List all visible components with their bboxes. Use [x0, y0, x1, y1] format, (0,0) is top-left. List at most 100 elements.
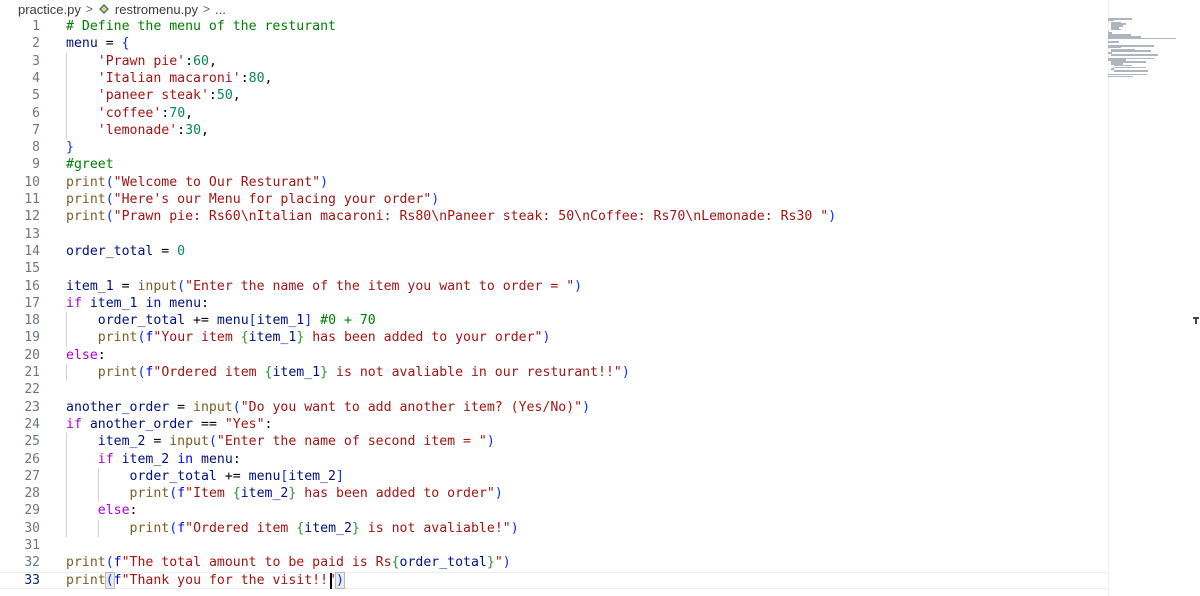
- code-line[interactable]: 19 print(f"Your item {item_1} has been a…: [0, 329, 1100, 346]
- code-token: "Do you want to add another item? (Yes/N…: [240, 399, 583, 415]
- code-token: +=: [216, 468, 249, 484]
- code-line[interactable]: 17 if item_1 in menu:: [0, 295, 1100, 312]
- code-line[interactable]: 7 'lemonade':30,: [0, 122, 1100, 139]
- code-line[interactable]: 29 else:: [0, 502, 1100, 519]
- code-line[interactable]: 4 'Italian macaroni':80,: [0, 70, 1100, 87]
- breadcrumb-item-restromenu[interactable]: restromenu.py: [115, 2, 198, 17]
- code-line[interactable]: 11 print("Here's our Menu for placing you…: [0, 191, 1100, 208]
- code-token: 'lemonade': [97, 122, 178, 138]
- code-line[interactable]: 15: [0, 260, 1100, 277]
- code-line[interactable]: 16 item_1 = input("Enter the name of the …: [0, 278, 1100, 295]
- code-token: "Ordered item: [185, 520, 297, 536]
- code-line[interactable]: 31: [0, 537, 1100, 554]
- code-line[interactable]: 30 print(f"Ordered item {item_2} is not …: [0, 520, 1100, 537]
- code-line[interactable]: 10 print("Welcome to Our Resturant"): [0, 174, 1100, 191]
- code-line[interactable]: 22: [0, 381, 1100, 398]
- code-line[interactable]: 25 item_2 = input("Enter the name of sec…: [0, 433, 1100, 450]
- line-number: 2: [32, 36, 40, 52]
- code-line[interactable]: 18 order_total += menu[item_1] #0 + 70: [0, 312, 1100, 329]
- code-text: if item_1 in menu:: [66, 295, 209, 312]
- code-line[interactable]: 26 if item_2 in menu:: [0, 451, 1100, 468]
- line-number: 23: [24, 399, 40, 415]
- line-number: 1: [32, 19, 40, 34]
- code-token: order_total: [399, 555, 487, 571]
- line-number: 22: [24, 382, 40, 398]
- code-token: (: [232, 399, 241, 415]
- line-number: 18: [24, 313, 40, 329]
- code-text: #greet: [66, 156, 114, 173]
- code-text: item_2 = input("Enter the name of second…: [66, 433, 495, 450]
- code-token: f: [177, 486, 186, 502]
- code-token: else: [97, 503, 130, 519]
- minimap[interactable]: [1108, 18, 1188, 78]
- code-line[interactable]: 21 print(f"Ordered item {item_1} is not …: [0, 364, 1100, 381]
- code-token: item_2: [97, 434, 146, 450]
- minimap-line: [1108, 41, 1119, 43]
- code-token: {: [121, 36, 130, 52]
- code-line[interactable]: 27 order_total += menu[item_2]: [0, 468, 1100, 485]
- code-token: input: [137, 278, 178, 294]
- line-number: 5: [32, 88, 40, 104]
- code-token: ): [621, 365, 630, 380]
- minimap-line: [1110, 50, 1151, 52]
- code-token: ": [494, 555, 503, 571]
- code-line[interactable]: 2 menu = {: [0, 35, 1100, 52]
- line-number: 15: [24, 261, 40, 277]
- code-line[interactable]: 8}: [0, 139, 1100, 156]
- code-text: print(f"Ordered item {item_2} is not ava…: [66, 520, 519, 537]
- code-token: ): [431, 192, 440, 207]
- editor-minimap-divider: [1108, 0, 1109, 596]
- overview-ruler-cursor: [1195, 317, 1197, 324]
- code-token: (: [104, 571, 115, 589]
- code-token: item_1: [272, 365, 321, 380]
- breadcrumb-item-practice[interactable]: practice.py: [0, 2, 81, 17]
- code-token: input: [193, 399, 233, 415]
- line-number: 21: [24, 365, 40, 380]
- code-text: else:: [66, 347, 106, 364]
- code-line[interactable]: 5 'paneer steak':50,: [0, 87, 1100, 104]
- code-line[interactable]: 24 if another_order == "Yes":: [0, 416, 1100, 433]
- code-token: item_2: [288, 468, 336, 484]
- code-line[interactable]: 6 'coffee':70,: [0, 105, 1100, 122]
- code-token: f: [113, 555, 122, 571]
- code-text: 'lemonade':30,: [66, 122, 209, 139]
- code-token: =: [113, 278, 138, 294]
- code-line[interactable]: 13: [0, 226, 1100, 243]
- breadcrumb-more[interactable]: ...: [215, 2, 226, 17]
- line-number: 31: [24, 538, 40, 553]
- code-token: "Welcome to Our Resturant": [113, 174, 321, 190]
- code-line[interactable]: 9 #greet: [0, 156, 1100, 173]
- line-number: 10: [24, 174, 40, 190]
- code-token: "Prawn pie: Rs60\nItalian macaroni: Rs80…: [113, 209, 829, 225]
- code-token: 30: [185, 122, 202, 138]
- line-number: 30: [24, 520, 40, 536]
- code-token: 'paneer steak': [97, 88, 209, 104]
- code-line[interactable]: 33 print(f"Thank you for the visit!!"): [0, 571, 1100, 589]
- code-line[interactable]: 32 print(f"The total amount to be paid is…: [0, 554, 1100, 571]
- code-line[interactable]: 3 'Prawn pie':60,: [0, 53, 1100, 70]
- code-token: ==: [193, 416, 225, 432]
- code-token: {: [391, 555, 400, 571]
- code-line[interactable]: 14 order_total = 0: [0, 243, 1100, 260]
- code-token: "Item: [185, 486, 233, 502]
- code-line[interactable]: 20 else:: [0, 347, 1100, 364]
- code-line[interactable]: 28 print(f"Item {item_2} has been added …: [0, 485, 1100, 502]
- code-token: ,: [264, 70, 273, 86]
- code-token: ): [502, 555, 511, 571]
- line-number: 29: [24, 503, 40, 519]
- code-token: ): [828, 209, 837, 225]
- code-text: 'coffee':70,: [66, 105, 193, 122]
- code-token: "Enter the name of second item = ": [216, 434, 487, 450]
- code-token: in: [145, 295, 162, 311]
- code-line[interactable]: 12 print("Prawn pie: Rs60\nItalian macaro…: [0, 208, 1100, 225]
- code-editor[interactable]: 1 # Define the menu of the resturant 2 menu…: [0, 18, 1200, 596]
- code-line[interactable]: 1 # Define the menu of the resturant: [0, 18, 1100, 35]
- code-line[interactable]: 23 another_order = input("Do you want to …: [0, 399, 1100, 416]
